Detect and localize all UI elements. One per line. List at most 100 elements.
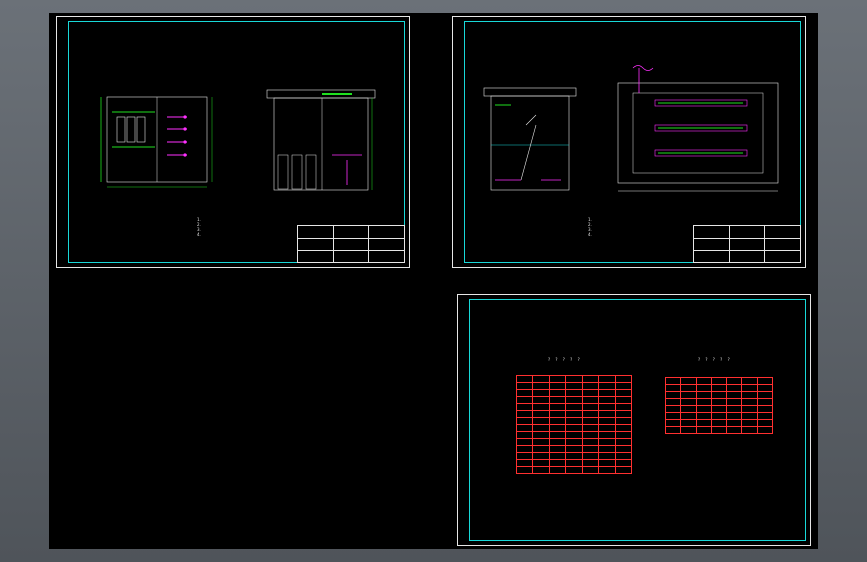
table-cell bbox=[756, 426, 774, 434]
table-cell bbox=[598, 438, 616, 446]
table-cell bbox=[532, 410, 550, 418]
table-cell bbox=[710, 384, 728, 392]
table-cell bbox=[515, 375, 534, 383]
table-cell bbox=[598, 389, 616, 397]
table-cell bbox=[581, 452, 600, 460]
table-cell bbox=[565, 410, 583, 418]
table-cell bbox=[532, 403, 550, 411]
table-row bbox=[515, 438, 633, 446]
table-cell bbox=[565, 403, 583, 411]
table-row bbox=[664, 384, 774, 392]
table-cell bbox=[695, 405, 712, 413]
table-cell bbox=[532, 375, 550, 383]
table-cell bbox=[756, 377, 774, 385]
table-cell bbox=[741, 391, 758, 399]
table-cell bbox=[515, 403, 534, 411]
table-cell bbox=[726, 384, 743, 392]
table-cell bbox=[515, 445, 534, 453]
table-cell bbox=[726, 405, 743, 413]
table-cell bbox=[548, 375, 567, 383]
table-cell bbox=[664, 405, 682, 413]
table-cell bbox=[565, 438, 583, 446]
sheet-2-plan-view bbox=[617, 65, 779, 192]
table-cell bbox=[532, 382, 550, 390]
table-cell bbox=[710, 377, 728, 385]
table-cell bbox=[581, 375, 600, 383]
table-cell bbox=[565, 382, 583, 390]
table-cell bbox=[756, 419, 774, 427]
table-cell bbox=[741, 384, 758, 392]
table-cell bbox=[756, 384, 774, 392]
table-cell bbox=[741, 426, 758, 434]
table-cell bbox=[726, 391, 743, 399]
table-cell bbox=[695, 412, 712, 420]
left-table-title: ? ? ? ? ? bbox=[548, 357, 582, 362]
table-cell bbox=[548, 459, 567, 467]
table-cell bbox=[548, 424, 567, 432]
table-cell bbox=[614, 382, 633, 390]
table-cell bbox=[598, 424, 616, 432]
table-cell bbox=[664, 412, 682, 420]
table-cell bbox=[548, 466, 567, 474]
table-cell bbox=[614, 417, 633, 425]
table-cell bbox=[598, 403, 616, 411]
table-cell bbox=[614, 424, 633, 432]
table-row bbox=[515, 424, 633, 432]
table-cell bbox=[532, 431, 550, 439]
table-cell bbox=[664, 419, 682, 427]
table-cell bbox=[664, 391, 682, 399]
equipment-table-left bbox=[515, 375, 633, 474]
sheet-1-plan-view bbox=[100, 96, 213, 188]
table-row bbox=[664, 412, 774, 420]
table-cell bbox=[515, 466, 534, 474]
table-cell bbox=[614, 396, 633, 404]
table-cell bbox=[695, 377, 712, 385]
table-cell bbox=[581, 445, 600, 453]
table-cell bbox=[726, 419, 743, 427]
table-cell bbox=[565, 375, 583, 383]
table-cell bbox=[532, 389, 550, 397]
drawing-sheet-1[interactable]: 1. 2. 3. 4. bbox=[56, 16, 410, 268]
table-row bbox=[664, 419, 774, 427]
table-row bbox=[515, 431, 633, 439]
table-cell bbox=[741, 405, 758, 413]
table-cell bbox=[695, 384, 712, 392]
table-cell bbox=[614, 410, 633, 418]
table-cell bbox=[741, 377, 758, 385]
table-cell bbox=[756, 405, 774, 413]
equipment-table-right bbox=[664, 377, 774, 434]
table-cell bbox=[565, 396, 583, 404]
table-cell bbox=[614, 403, 633, 411]
table-row bbox=[664, 391, 774, 399]
sheet-2-section-view bbox=[483, 87, 577, 191]
table-cell bbox=[614, 459, 633, 467]
table-cell bbox=[756, 391, 774, 399]
table-cell bbox=[726, 412, 743, 420]
table-cell bbox=[614, 445, 633, 453]
table-row bbox=[515, 403, 633, 411]
table-cell bbox=[532, 459, 550, 467]
drawing-sheet-3[interactable]: ? ? ? ? ? ? ? ? ? ? bbox=[457, 294, 811, 546]
table-cell bbox=[680, 384, 697, 392]
table-row bbox=[515, 459, 633, 467]
table-cell bbox=[614, 431, 633, 439]
table-cell bbox=[581, 459, 600, 467]
drawing-sheet-2[interactable]: 1. 2. 3. 4. bbox=[452, 16, 806, 268]
table-cell bbox=[598, 417, 616, 425]
table-cell bbox=[695, 426, 712, 434]
drawing-viewport[interactable]: 1. 2. 3. 4. 1. 2. 3. 4. ? ? ? ? ? ? ? ? … bbox=[49, 13, 818, 549]
table-cell bbox=[598, 459, 616, 467]
table-cell bbox=[680, 398, 697, 406]
table-cell bbox=[565, 431, 583, 439]
table-cell bbox=[756, 398, 774, 406]
table-cell bbox=[548, 445, 567, 453]
table-cell bbox=[548, 382, 567, 390]
table-row bbox=[515, 445, 633, 453]
table-cell bbox=[515, 452, 534, 460]
table-cell bbox=[581, 410, 600, 418]
table-cell bbox=[664, 377, 682, 385]
table-cell bbox=[710, 391, 728, 399]
table-cell bbox=[726, 377, 743, 385]
table-cell bbox=[614, 452, 633, 460]
table-row bbox=[664, 377, 774, 385]
